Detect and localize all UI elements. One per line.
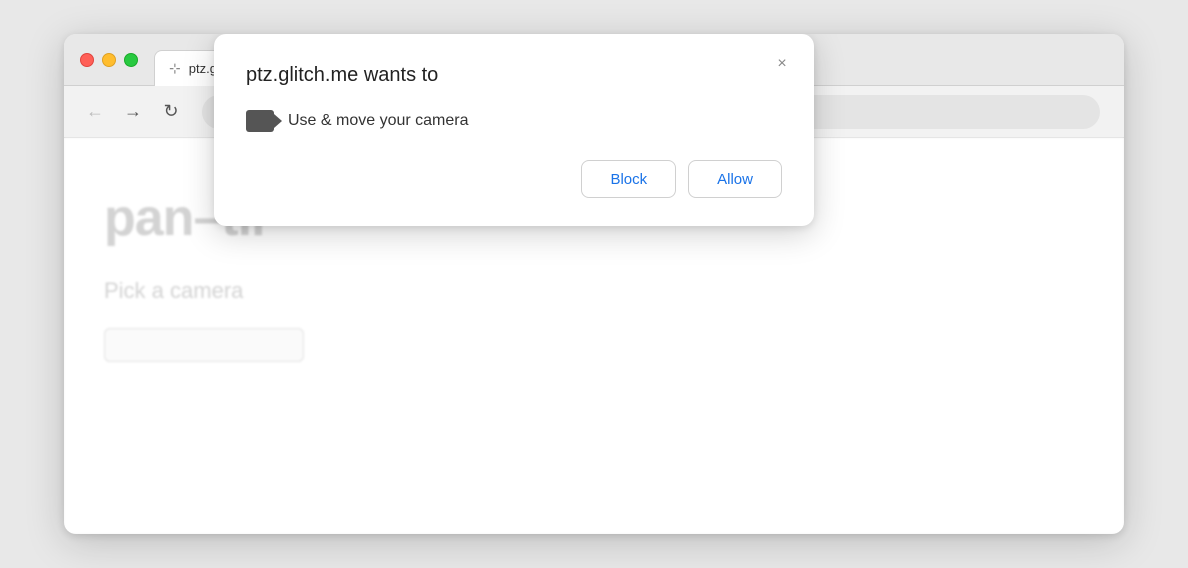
close-button[interactable] [80,53,94,67]
permission-text: Use & move your camera [288,112,469,130]
permission-dialog: × ptz.glitch.me wants to Use & move your… [214,34,814,226]
camera-icon [246,110,274,132]
dialog-actions: Block Allow [246,160,782,198]
minimize-button[interactable] [102,53,116,67]
back-button[interactable]: ← [80,97,110,127]
allow-button[interactable]: Allow [688,160,782,198]
block-button[interactable]: Block [581,160,676,198]
drag-icon: ⊹ [169,60,181,77]
browser-window: ⊹ ptz.glitch.me × + ← → ↻ 🔒 ptz.glitch.m… [64,34,1124,534]
forward-button[interactable]: → [118,97,148,127]
dialog-close-button[interactable]: × [768,50,796,78]
traffic-lights [80,53,138,67]
reload-button[interactable]: ↻ [156,97,186,127]
dialog-title: ptz.glitch.me wants to [246,62,782,88]
maximize-button[interactable] [124,53,138,67]
dialog-permission-row: Use & move your camera [246,110,782,132]
